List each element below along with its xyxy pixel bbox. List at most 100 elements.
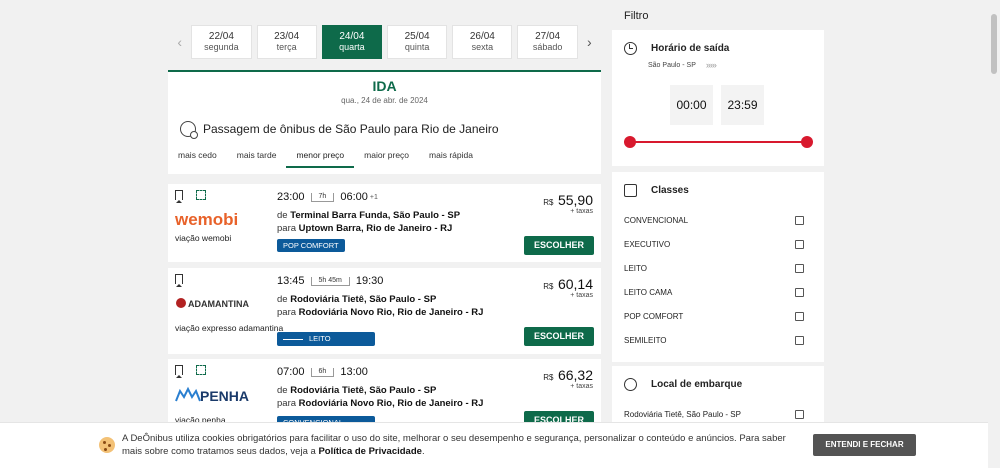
duration: 5h 45m (310, 276, 350, 286)
sort-latest[interactable]: mais tarde (237, 150, 277, 168)
class-option[interactable]: LEITO (624, 256, 804, 280)
company-logo-penha: PENHA (175, 386, 249, 404)
scrollbar-thumb[interactable] (991, 14, 997, 74)
sort-tabs: mais cedo mais tarde menor preço maior p… (178, 150, 601, 168)
departure-time-filter: Horário de saída São Paulo - SP ››››› 00… (612, 30, 824, 166)
schedule: 23:00 7h 06:00 +1 (277, 191, 378, 203)
price: R$ 66,32 + taxas (543, 367, 593, 390)
price-value: 60,14 (557, 276, 593, 292)
bookmark-icon[interactable] (175, 274, 183, 287)
accept-cookies-button[interactable]: ENTENDI E FECHAR (813, 434, 916, 456)
date-tab-1[interactable]: 23/04 terça (256, 25, 317, 59)
company-name: viação wemobi (175, 233, 232, 243)
chevron-left-icon[interactable]: ‹ (168, 34, 191, 50)
class-option[interactable]: CONVENCIONAL (624, 208, 804, 232)
checkbox[interactable] (795, 239, 804, 249)
slider-min-handle[interactable] (624, 136, 636, 148)
choose-button[interactable]: ESCOLHER (524, 327, 594, 346)
trip-date: qua., 24 de abr. de 2024 (341, 96, 428, 105)
svg-text:wemobi: wemobi (175, 210, 238, 229)
cookie-banner: A DeÔnibus utiliza cookies obrigatórios … (0, 422, 988, 468)
price-value: 55,90 (557, 192, 593, 208)
trip-result-card: PENHA viação penha 07:00 6h 13:00 de Rod… (168, 359, 601, 430)
origin: de Terminal Barra Funda, São Paulo - SP (277, 210, 461, 221)
checkbox[interactable] (795, 263, 804, 273)
departure-filter-title: Horário de saída (651, 43, 730, 54)
choose-button[interactable]: ESCOLHER (524, 236, 594, 255)
arrival-time: 06:00 (340, 191, 368, 203)
class-option[interactable]: EXECUTIVO (624, 232, 804, 256)
location-pin-icon (624, 378, 637, 391)
sort-highest-price[interactable]: maior preço (364, 150, 409, 168)
class-badge-logo (283, 338, 303, 340)
bookmark-icon[interactable] (175, 365, 183, 378)
cookie-icon (99, 437, 115, 453)
slider-max-handle[interactable] (801, 136, 813, 148)
taxes-note: + taxas (570, 383, 593, 390)
taxes-note: + taxas (570, 292, 593, 299)
origin: de Rodoviária Tietê, São Paulo - SP (277, 385, 437, 396)
schedule: 13:45 5h 45m 19:30 (277, 275, 383, 287)
scan-icon (196, 365, 206, 375)
chevrons-right-icon: ››››› (705, 60, 717, 70)
checkbox[interactable] (795, 409, 804, 419)
bookmark-icon[interactable] (175, 190, 183, 203)
date-tab-2-active[interactable]: 24/04 quarta (321, 25, 382, 59)
price: R$ 60,14 + taxas (543, 276, 593, 299)
date-tab-5[interactable]: 27/04 sábado (517, 25, 578, 59)
departure-origin: São Paulo - SP ››››› (648, 60, 717, 70)
destination: para Rodoviária Novo Rio, Rio de Janeiro… (277, 398, 484, 409)
destination: para Uptown Barra, Rio de Janeiro - RJ (277, 223, 453, 234)
departure-time: 07:00 (277, 366, 305, 378)
classes-filter: Classes CONVENCIONAL EXECUTIVO LEITO LEI… (612, 172, 824, 362)
destination: para Rodoviária Novo Rio, Rio de Janeiro… (277, 307, 484, 318)
sort-earliest[interactable]: mais cedo (178, 150, 217, 168)
trip-result-card: wemobi viação wemobi 23:00 7h 06:00 +1 d… (168, 184, 601, 262)
price-value: 66,32 (557, 367, 593, 383)
class-badge: POP COMFORT (277, 239, 345, 252)
svg-text:PENHA: PENHA (200, 388, 249, 404)
boarding-filter: Local de embarque Rodoviária Tietê, São … (612, 366, 824, 426)
date-carousel: ‹ 22/04 segunda 23/04 terça 24/04 quarta 25… (168, 22, 601, 62)
sort-lowest-price[interactable]: menor preço (286, 150, 355, 168)
svg-text:ADAMANTINA: ADAMANTINA (188, 299, 249, 309)
class-option[interactable]: SEMILEITO (624, 328, 804, 352)
checkbox[interactable] (795, 215, 804, 225)
checkbox[interactable] (795, 311, 804, 321)
page-scrollbar[interactable] (988, 0, 1000, 468)
date-tab-0[interactable]: 22/04 segunda (191, 25, 252, 59)
time-to-input[interactable]: 23:59 (721, 85, 764, 125)
departure-time: 13:45 (277, 275, 305, 287)
privacy-policy-link[interactable]: Política de Privacidade (318, 446, 422, 457)
trip-header-panel: IDA qua., 24 de abr. de 2024 Passagem de… (168, 70, 601, 174)
sort-fastest[interactable]: mais rápida (429, 150, 473, 168)
filter-title: Filtro (624, 10, 649, 22)
company-logo-adamantina: ADAMANTINA (176, 298, 249, 309)
route-title: Passagem de ônibus de São Paulo para Rio… (203, 122, 499, 136)
duration: 6h (310, 367, 335, 377)
time-from-input[interactable]: 00:00 (670, 85, 713, 125)
seat-icon (624, 184, 637, 197)
chevron-right-icon[interactable]: › (578, 34, 601, 50)
cookie-text: A DeÔnibus utiliza cookies obrigatórios … (122, 433, 786, 457)
company-name: viação expresso adamantina (175, 323, 284, 333)
origin: de Rodoviária Tietê, São Paulo - SP (277, 294, 437, 305)
checkbox[interactable] (795, 335, 804, 345)
classes-filter-title: Classes (651, 185, 689, 196)
departure-time: 23:00 (277, 191, 305, 203)
company-logo-wemobi: wemobi (175, 210, 238, 229)
route-heading: Passagem de ônibus de São Paulo para Rio… (180, 121, 601, 139)
date-tab-4[interactable]: 26/04 sexta (452, 25, 513, 59)
date-tab-3[interactable]: 25/04 quinta (387, 25, 448, 59)
direction-title: IDA (372, 78, 397, 94)
arrival-time: 19:30 (355, 275, 384, 287)
class-badge: LEITO (277, 332, 375, 346)
checkbox[interactable] (795, 287, 804, 297)
time-range-slider[interactable] (624, 136, 813, 148)
class-option[interactable]: LEITO CAMA (624, 280, 804, 304)
class-option[interactable]: POP COMFORT (624, 304, 804, 328)
scan-icon (196, 190, 206, 200)
next-day-indicator: +1 (369, 193, 378, 201)
trip-result-card: ADAMANTINA viação expresso adamantina 13… (168, 268, 601, 354)
duration: 7h (310, 192, 335, 202)
